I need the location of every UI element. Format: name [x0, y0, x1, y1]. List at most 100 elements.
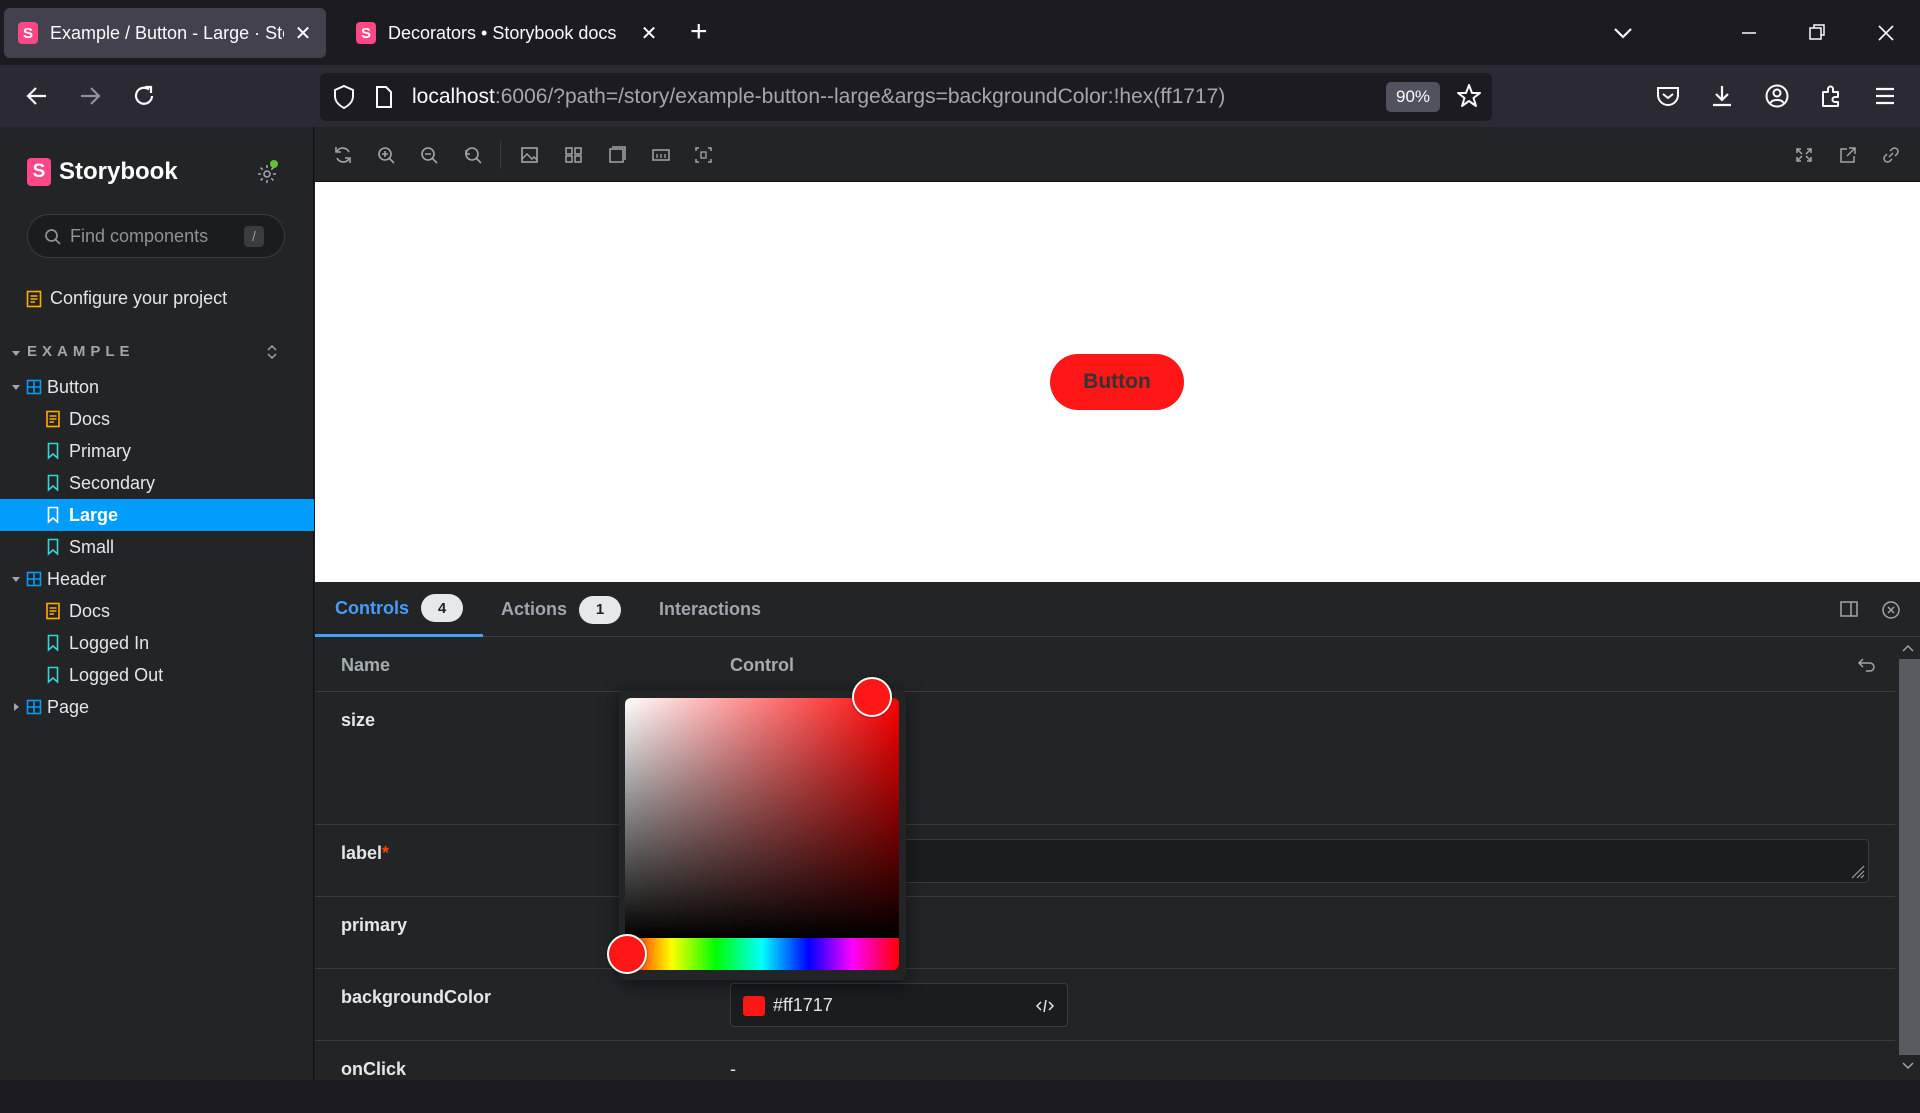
restore-icon[interactable]: [1806, 18, 1828, 48]
sidebar-item-logged-in[interactable]: Logged In: [0, 627, 314, 659]
tab-actions[interactable]: Actions 1: [501, 582, 622, 637]
storybook-sidebar: S Storybook Find components / Configure …: [0, 127, 314, 1080]
new-tab-icon[interactable]: +: [690, 17, 708, 47]
toolbar-divider: [500, 141, 501, 169]
shield-icon[interactable]: [332, 84, 356, 110]
background-color-input[interactable]: #ff1717: [730, 983, 1068, 1027]
sidebar-item-label: Header: [47, 568, 107, 589]
component-icon: [26, 571, 42, 587]
sidebar-item-primary[interactable]: Primary: [0, 435, 314, 467]
column-control-header: Control: [730, 655, 794, 675]
storybook-toolbar: [315, 127, 1920, 182]
forward-icon[interactable]: [77, 83, 103, 109]
control-row-onclick: onClick -: [315, 1041, 1895, 1113]
search-input[interactable]: Find components /: [27, 214, 285, 258]
remount-icon[interactable]: [333, 146, 353, 164]
tab-interactions[interactable]: Interactions: [659, 582, 761, 637]
reset-controls-icon[interactable]: [1857, 655, 1877, 673]
browser-tab[interactable]: S Decorators • Storybook docs ✕: [342, 8, 672, 58]
component-icon: [26, 699, 42, 715]
settings-gear-icon[interactable]: [256, 160, 278, 185]
search-placeholder: Find components: [70, 226, 209, 246]
sidebar-item-button-docs[interactable]: Docs: [0, 403, 314, 435]
close-window-icon[interactable]: [1875, 18, 1897, 48]
sidebar-item-page[interactable]: Page: [0, 691, 314, 723]
sidebar-item-label: Large: [69, 504, 119, 525]
url-bar[interactable]: localhost:6006/?path=/story/example-butt…: [320, 73, 1492, 121]
sidebar-item-large[interactable]: Large: [0, 499, 314, 531]
viewport-icon[interactable]: [607, 146, 627, 164]
caret-down-icon: [12, 351, 20, 356]
close-tab-icon[interactable]: ✕: [640, 21, 658, 46]
document-icon: [46, 410, 60, 428]
storybook-brand[interactable]: S Storybook: [27, 158, 178, 186]
saturation-area[interactable]: [625, 698, 899, 938]
close-panel-icon[interactable]: [1881, 600, 1901, 620]
tab-label: Controls: [335, 597, 409, 618]
storybook-favicon-icon: S: [356, 22, 376, 44]
account-icon[interactable]: [1764, 83, 1790, 109]
hue-handle[interactable]: [607, 934, 647, 974]
sidebar-item-small[interactable]: Small: [0, 531, 314, 563]
sidebar-item-label: Docs: [69, 408, 111, 429]
zoom-reset-icon[interactable]: [463, 146, 483, 164]
list-all-tabs-icon[interactable]: [1612, 18, 1634, 48]
code-icon[interactable]: [1035, 997, 1055, 1015]
scroll-up-icon[interactable]: [1901, 643, 1915, 653]
menu-icon[interactable]: [1872, 83, 1898, 109]
extensions-icon[interactable]: [1818, 83, 1844, 109]
controls-table-header: Name Control: [315, 637, 1895, 692]
color-swatch[interactable]: [743, 996, 765, 1016]
scroll-down-icon[interactable]: [1901, 1061, 1915, 1071]
control-row-size: size: [315, 692, 1895, 825]
background-image-icon[interactable]: [520, 146, 540, 164]
page-info-icon[interactable]: [374, 85, 394, 109]
zoom-in-icon[interactable]: [377, 146, 397, 164]
control-row-backgroundcolor: backgroundColor #ff1717: [315, 969, 1895, 1041]
bookmark-star-icon[interactable]: [1456, 83, 1482, 109]
grid-icon[interactable]: [564, 146, 584, 164]
browser-tab-title: Decorators • Storybook docs: [388, 22, 617, 43]
sidebar-item-label: Small: [69, 536, 115, 557]
reload-icon[interactable]: [131, 83, 157, 109]
hue-slider[interactable]: [625, 938, 899, 970]
downloads-icon[interactable]: [1709, 83, 1735, 109]
story-button[interactable]: Button: [1050, 354, 1184, 410]
pocket-icon[interactable]: [1655, 83, 1681, 109]
back-icon[interactable]: [24, 83, 50, 109]
url-text: localhost:6006/?path=/story/example-butt…: [412, 85, 1225, 109]
resize-handle-icon[interactable]: [1846, 860, 1866, 880]
group-example[interactable]: EXAMPLE: [12, 343, 302, 363]
vertical-scrollbar[interactable]: [1895, 637, 1920, 1080]
copy-link-icon[interactable]: [1881, 146, 1901, 164]
tab-controls[interactable]: Controls 4: [315, 582, 483, 637]
panel-orientation-icon[interactable]: [1839, 600, 1859, 618]
sidebar-item-button[interactable]: Button: [0, 371, 314, 403]
control-name: backgroundColor: [341, 987, 492, 1007]
sidebar-item-label: Page: [47, 696, 90, 717]
sidebar-item-logged-out[interactable]: Logged Out: [0, 659, 314, 691]
document-icon: [26, 290, 42, 308]
caret-right-icon: [14, 703, 19, 711]
onclick-value: -: [730, 1059, 736, 1079]
measure-icon[interactable]: [651, 146, 671, 164]
group-label: EXAMPLE: [27, 343, 135, 360]
scrollbar-thumb[interactable]: [1899, 659, 1920, 1055]
zoom-out-icon[interactable]: [420, 146, 440, 164]
fullscreen-icon[interactable]: [1794, 146, 1814, 164]
sidebar-item-secondary[interactable]: Secondary: [0, 467, 314, 499]
zoom-level[interactable]: 90%: [1386, 82, 1440, 112]
minimize-icon[interactable]: [1738, 18, 1760, 48]
open-new-tab-icon[interactable]: [1838, 146, 1858, 164]
storybook-logo-icon: S: [27, 158, 51, 186]
browser-tab-active[interactable]: S Example / Button - Large · Storybook ✕: [4, 8, 326, 58]
outline-icon[interactable]: [694, 146, 714, 164]
saturation-handle[interactable]: [852, 677, 892, 717]
configure-project-link[interactable]: Configure your project: [26, 288, 227, 309]
sidebar-item-header-docs[interactable]: Docs: [0, 595, 314, 627]
sidebar-item-header[interactable]: Header: [0, 563, 314, 595]
expand-collapse-icon[interactable]: [266, 343, 278, 361]
caret-down-icon: [12, 577, 20, 582]
close-tab-icon[interactable]: ✕: [294, 21, 312, 46]
browser-navigation-bar: localhost:6006/?path=/story/example-butt…: [0, 65, 1920, 127]
